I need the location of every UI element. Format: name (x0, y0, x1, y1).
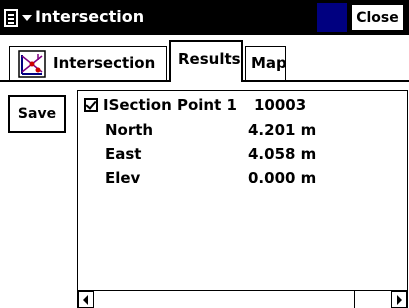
results-list[interactable]: ISection Point 1 10003 North 4.201 m Eas… (77, 90, 408, 308)
start-menu-icon[interactable] (4, 9, 18, 27)
tab-map[interactable]: Map (245, 46, 287, 80)
tab-bar: Intersection Results Map (0, 35, 409, 82)
point-checkbox[interactable] (84, 98, 98, 112)
tab-intersection[interactable]: Intersection (9, 46, 167, 80)
elev-label: Elev (105, 169, 141, 187)
east-label: East (105, 145, 142, 163)
north-value: 4.201 m (248, 121, 317, 139)
scroll-left-icon[interactable] (78, 291, 94, 308)
point-name: ISection Point 1 (103, 96, 237, 114)
title-bar: Intersection Close (0, 0, 409, 35)
window-title: Intersection (35, 7, 145, 26)
tab-results-label: Results (178, 50, 241, 68)
save-button[interactable]: Save (8, 95, 66, 133)
tab-results[interactable]: Results (169, 40, 243, 82)
intersection-diagram-icon (18, 50, 46, 82)
scroll-right-icon[interactable] (391, 291, 407, 308)
north-label: North (105, 121, 154, 139)
horizontal-scrollbar[interactable] (78, 290, 407, 308)
close-button[interactable]: Close (350, 3, 405, 32)
title-bar-accent (317, 3, 347, 32)
east-value: 4.058 m (248, 145, 317, 163)
tab-map-label: Map (251, 54, 287, 72)
scrollbar-thumb[interactable] (95, 291, 355, 308)
elev-value: 0.000 m (248, 169, 317, 187)
chevron-down-icon[interactable] (22, 15, 32, 21)
tab-intersection-label: Intersection (53, 54, 156, 72)
point-id: 10003 (254, 96, 307, 114)
